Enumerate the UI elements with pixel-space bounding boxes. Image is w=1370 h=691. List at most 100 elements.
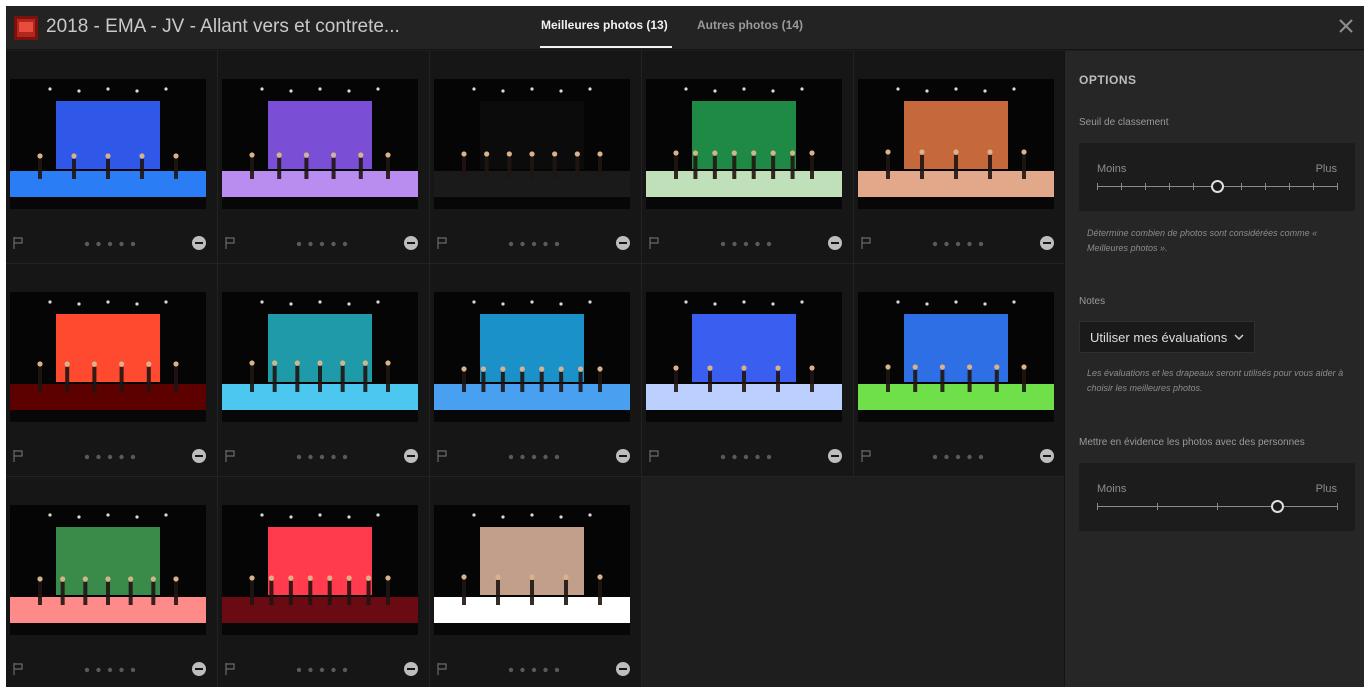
star-icon[interactable]: [520, 241, 525, 247]
star-icon[interactable]: [508, 667, 514, 673]
star-icon[interactable]: [508, 454, 514, 460]
flag-icon[interactable]: [225, 663, 235, 675]
flag-icon[interactable]: [437, 663, 447, 675]
photo-cell[interactable]: [6, 51, 218, 264]
star-icon[interactable]: [531, 241, 537, 247]
star-rating[interactable]: [930, 239, 986, 249]
star-icon[interactable]: [743, 241, 749, 247]
flag-icon[interactable]: [437, 237, 447, 249]
star-icon[interactable]: [755, 241, 760, 247]
photo-cell[interactable]: [430, 51, 642, 264]
slider-thumb[interactable]: [1271, 500, 1284, 513]
star-icon[interactable]: [296, 667, 302, 673]
remove-from-best-icon[interactable]: [192, 662, 206, 676]
star-icon[interactable]: [944, 241, 949, 247]
star-icon[interactable]: [308, 667, 313, 673]
slider-track[interactable]: [1097, 180, 1338, 193]
star-icon[interactable]: [319, 454, 325, 460]
star-icon[interactable]: [932, 454, 938, 460]
star-icon[interactable]: [720, 454, 726, 460]
photo-thumbnail[interactable]: [646, 79, 842, 209]
star-rating[interactable]: [82, 665, 138, 675]
remove-from-best-icon[interactable]: [828, 236, 842, 250]
star-icon[interactable]: [331, 241, 336, 247]
star-rating[interactable]: [718, 239, 774, 249]
star-icon[interactable]: [319, 667, 325, 673]
star-icon[interactable]: [520, 454, 525, 460]
star-icon[interactable]: [296, 241, 302, 247]
remove-from-best-icon[interactable]: [1040, 449, 1054, 463]
star-rating[interactable]: [506, 452, 562, 462]
star-icon[interactable]: [554, 667, 560, 673]
star-icon[interactable]: [955, 241, 961, 247]
star-icon[interactable]: [84, 241, 90, 247]
photo-thumbnail[interactable]: [858, 292, 1054, 422]
star-icon[interactable]: [342, 454, 348, 460]
star-icon[interactable]: [531, 667, 537, 673]
remove-from-best-icon[interactable]: [404, 236, 418, 250]
photo-thumbnail[interactable]: [10, 505, 206, 635]
star-icon[interactable]: [342, 241, 348, 247]
star-icon[interactable]: [308, 241, 313, 247]
star-icon[interactable]: [119, 667, 124, 673]
star-icon[interactable]: [978, 241, 984, 247]
star-icon[interactable]: [944, 454, 949, 460]
star-icon[interactable]: [967, 241, 972, 247]
star-icon[interactable]: [732, 241, 737, 247]
star-icon[interactable]: [342, 667, 348, 673]
star-icon[interactable]: [743, 454, 749, 460]
photo-cell[interactable]: [854, 264, 1066, 477]
photo-cell[interactable]: [218, 51, 430, 264]
star-icon[interactable]: [107, 241, 113, 247]
star-icon[interactable]: [554, 454, 560, 460]
remove-from-best-icon[interactable]: [404, 662, 418, 676]
photo-thumbnail[interactable]: [222, 292, 418, 422]
remove-from-best-icon[interactable]: [192, 449, 206, 463]
photo-thumbnail[interactable]: [434, 79, 630, 209]
star-icon[interactable]: [543, 241, 548, 247]
photo-thumbnail[interactable]: [646, 292, 842, 422]
photo-thumbnail[interactable]: [10, 292, 206, 422]
close-icon[interactable]: [1336, 16, 1356, 36]
star-rating[interactable]: [294, 239, 350, 249]
tab-other-photos[interactable]: Autres photos (14): [697, 18, 803, 32]
star-icon[interactable]: [96, 667, 101, 673]
star-icon[interactable]: [331, 454, 336, 460]
remove-from-best-icon[interactable]: [616, 662, 630, 676]
star-icon[interactable]: [531, 454, 537, 460]
star-icon[interactable]: [119, 454, 124, 460]
star-icon[interactable]: [955, 454, 961, 460]
photo-cell[interactable]: [6, 264, 218, 477]
remove-from-best-icon[interactable]: [616, 449, 630, 463]
photo-cell[interactable]: [642, 51, 854, 264]
flag-icon[interactable]: [861, 450, 871, 462]
star-icon[interactable]: [543, 667, 548, 673]
star-rating[interactable]: [294, 452, 350, 462]
star-rating[interactable]: [930, 452, 986, 462]
photo-thumbnail[interactable]: [222, 505, 418, 635]
photo-cell[interactable]: [430, 264, 642, 477]
flag-icon[interactable]: [13, 450, 23, 462]
star-icon[interactable]: [766, 454, 772, 460]
remove-from-best-icon[interactable]: [404, 449, 418, 463]
star-rating[interactable]: [82, 239, 138, 249]
star-icon[interactable]: [978, 454, 984, 460]
flag-icon[interactable]: [225, 237, 235, 249]
star-rating[interactable]: [294, 665, 350, 675]
flag-icon[interactable]: [13, 237, 23, 249]
star-rating[interactable]: [506, 239, 562, 249]
photo-thumbnail[interactable]: [222, 79, 418, 209]
tab-best-photos[interactable]: Meilleures photos (13): [541, 18, 668, 32]
star-icon[interactable]: [520, 667, 525, 673]
star-icon[interactable]: [967, 454, 972, 460]
remove-from-best-icon[interactable]: [1040, 236, 1054, 250]
star-icon[interactable]: [932, 241, 938, 247]
slider-thumb[interactable]: [1211, 180, 1224, 193]
star-icon[interactable]: [130, 241, 136, 247]
star-icon[interactable]: [96, 454, 101, 460]
star-icon[interactable]: [96, 241, 101, 247]
slider-track[interactable]: [1097, 500, 1338, 513]
star-icon[interactable]: [84, 667, 90, 673]
star-rating[interactable]: [506, 665, 562, 675]
photo-cell[interactable]: [218, 477, 430, 687]
